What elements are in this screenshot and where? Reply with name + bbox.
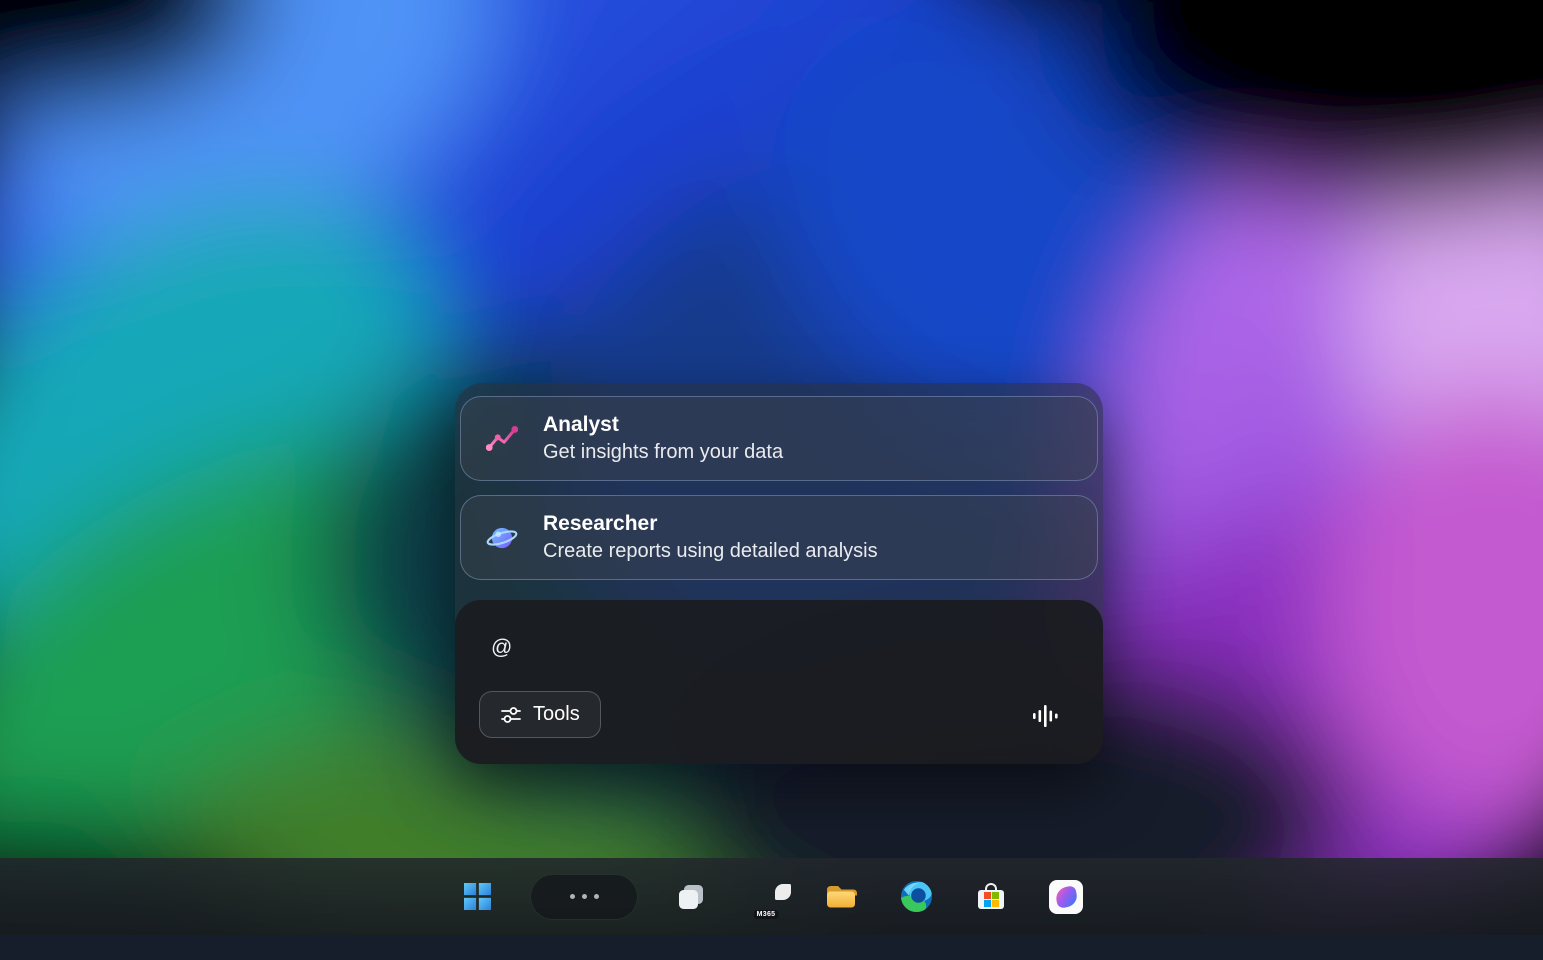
ms-logo-square-blue bbox=[984, 900, 991, 907]
analyst-chart-icon bbox=[486, 423, 518, 455]
copilot-ribbon-glyph bbox=[1054, 885, 1079, 909]
ellipsis-dot bbox=[594, 894, 599, 899]
copilot-app-icon bbox=[1049, 880, 1083, 914]
microsoft-store-button[interactable] bbox=[969, 873, 1013, 921]
windows-start-icon bbox=[464, 883, 491, 910]
start-button[interactable] bbox=[455, 873, 499, 921]
store-icon bbox=[977, 883, 1005, 911]
suggestion-subtitle: Get insights from your data bbox=[543, 440, 783, 465]
edge-icon bbox=[900, 880, 933, 913]
suggestion-text: Analyst Get insights from your data bbox=[543, 412, 783, 465]
researcher-planet-icon bbox=[486, 522, 518, 554]
task-view-icon bbox=[676, 882, 706, 912]
folder-icon bbox=[825, 883, 857, 910]
voice-input-button[interactable] bbox=[1025, 696, 1065, 736]
file-explorer-button[interactable] bbox=[819, 873, 863, 921]
suggestion-analyst[interactable]: Analyst Get insights from your data bbox=[460, 396, 1098, 481]
edge-browser-button[interactable] bbox=[894, 873, 938, 921]
copilot-app-button[interactable] bbox=[1044, 873, 1088, 921]
taskbar-lower-strip bbox=[0, 935, 1543, 960]
suggestion-title: Researcher bbox=[543, 511, 878, 537]
task-view-button[interactable] bbox=[669, 873, 713, 921]
prompt-input[interactable]: @ Tools bbox=[455, 600, 1103, 764]
store-bag-body bbox=[978, 890, 1004, 909]
ms-logo-square-yellow bbox=[992, 900, 999, 907]
tools-button[interactable]: Tools bbox=[479, 691, 601, 738]
m365-copilot-icon: M365 bbox=[748, 878, 784, 916]
taskbar: M365 bbox=[0, 858, 1543, 935]
tools-button-label: Tools bbox=[533, 703, 580, 726]
m365-copilot-button[interactable]: M365 bbox=[744, 873, 788, 921]
desktop: Analyst Get insights from your data bbox=[0, 0, 1543, 960]
suggestion-subtitle: Create reports using detailed analysis bbox=[543, 539, 878, 564]
sliders-icon bbox=[500, 704, 522, 726]
ms-logo-square-green bbox=[992, 892, 999, 899]
ms-logo-square-red bbox=[984, 892, 991, 899]
copilot-prompt-panel: Analyst Get insights from your data bbox=[455, 383, 1103, 764]
m365-badge: M365 bbox=[754, 910, 779, 919]
suggestion-list: Analyst Get insights from your data bbox=[455, 383, 1103, 580]
ellipsis-dot bbox=[570, 894, 575, 899]
suggestion-researcher[interactable]: Researcher Create reports using detailed… bbox=[460, 495, 1098, 580]
ellipsis-dot bbox=[582, 894, 587, 899]
waveform-icon bbox=[1031, 702, 1059, 730]
taskbar-search[interactable] bbox=[530, 874, 638, 920]
prompt-input-value: @ bbox=[491, 636, 512, 660]
suggestion-title: Analyst bbox=[543, 412, 783, 438]
suggestion-text: Researcher Create reports using detailed… bbox=[543, 511, 878, 564]
